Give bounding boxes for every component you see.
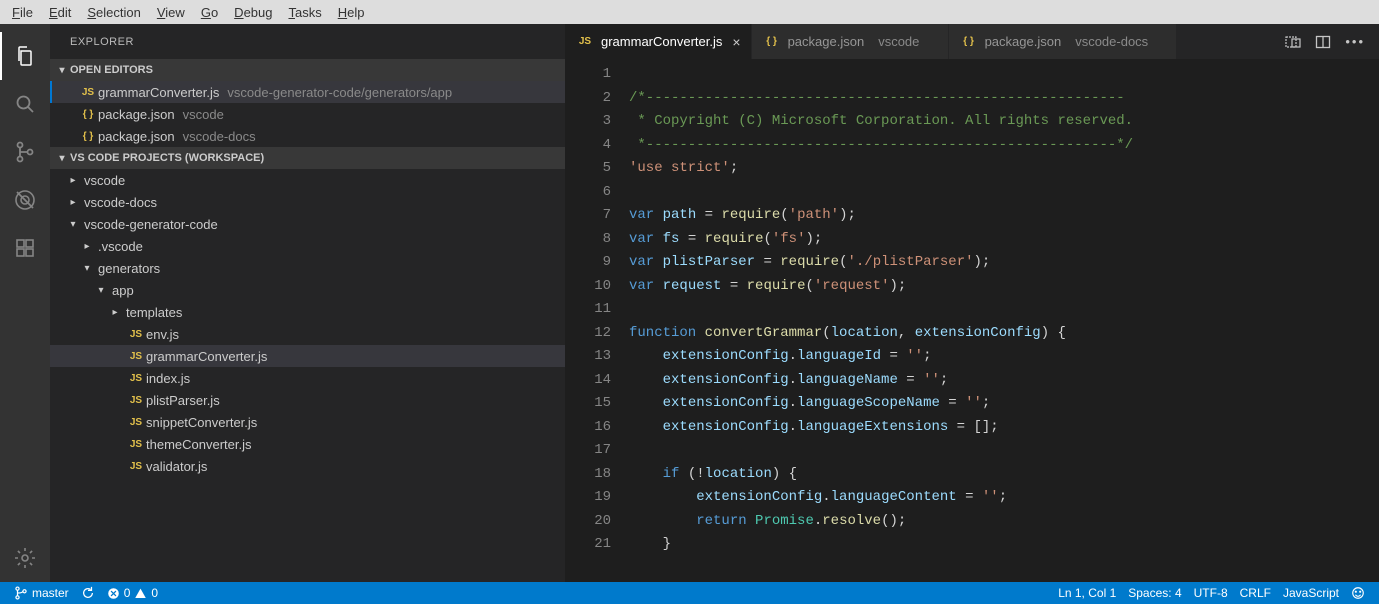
compare-icon[interactable] [1285,34,1301,50]
js-file-icon: JS [575,36,595,47]
explorer-icon[interactable] [0,32,50,80]
js-file-icon: JS [126,373,146,384]
editor-tab[interactable]: { }package.jsonvscode× [752,24,949,59]
main-area: EXPLORER ▾ OPEN EDITORS JSgrammarConvert… [0,24,1379,582]
json-file-icon: { } [78,131,98,142]
status-bar: master 0 0 Ln 1, Col 1 Spaces: 4 UTF-8 C… [0,582,1379,604]
search-icon[interactable] [0,80,50,128]
menu-help[interactable]: Help [330,3,373,22]
menubar: FileEditSelectionViewGoDebugTasksHelp [0,0,1379,24]
line-numbers: 123456789101112131415161718192021 [565,59,629,582]
extensions-icon[interactable] [0,224,50,272]
file-item[interactable]: JSplistParser.js [50,389,565,411]
menu-debug[interactable]: Debug [226,3,280,22]
open-editors-header[interactable]: ▾ OPEN EDITORS [50,59,565,81]
editor-tab[interactable]: { }package.jsonvscode-docs× [949,24,1178,59]
encoding[interactable]: UTF-8 [1188,582,1234,604]
menu-go[interactable]: Go [193,3,226,22]
menu-edit[interactable]: Edit [41,3,79,22]
workspace-label: VS CODE PROJECTS (WORKSPACE) [70,152,264,164]
open-editor-item[interactable]: JSgrammarConverter.jsvscode-generator-co… [50,81,565,103]
error-count: 0 [124,586,131,600]
folder-item[interactable]: ▸.vscode [50,235,565,257]
json-file-icon: { } [959,36,979,47]
branch-name: master [32,586,69,600]
chevron-down-icon: ▾ [54,153,70,164]
menu-file[interactable]: File [4,3,41,22]
chevron-down-icon: ▾ [76,263,98,274]
js-file-icon: JS [126,461,146,472]
tabs-row: JSgrammarConverter.js×{ }package.jsonvsc… [565,24,1379,59]
editor-group: JSgrammarConverter.js×{ }package.jsonvsc… [565,24,1379,582]
settings-gear-icon[interactable] [0,534,50,582]
file-item[interactable]: JSgrammarConverter.js [50,345,565,367]
file-item[interactable]: JSindex.js [50,367,565,389]
open-editor-item[interactable]: { }package.jsonvscode [50,103,565,125]
folder-item[interactable]: ▾app [50,279,565,301]
folder-item[interactable]: ▾vscode-generator-code [50,213,565,235]
chevron-down-icon: ▾ [90,285,112,296]
folder-item[interactable]: ▸vscode [50,169,565,191]
code-editor[interactable]: 123456789101112131415161718192021 /*----… [565,59,1379,582]
json-file-icon: { } [78,109,98,120]
js-file-icon: JS [126,395,146,406]
sidebar-title: EXPLORER [50,24,565,59]
problems[interactable]: 0 0 [101,582,164,604]
language-mode[interactable]: JavaScript [1277,582,1345,604]
js-file-icon: JS [126,329,146,340]
menu-tasks[interactable]: Tasks [280,3,329,22]
feedback-icon[interactable] [1345,582,1371,604]
open-editor-item[interactable]: { }package.jsonvscode-docs [50,125,565,147]
menu-view[interactable]: View [149,3,193,22]
chevron-right-icon: ▸ [62,197,84,208]
more-icon[interactable]: ••• [1345,34,1365,49]
js-file-icon: JS [126,439,146,450]
activity-bar [0,24,50,582]
folder-item[interactable]: ▸templates [50,301,565,323]
tab-actions: ••• [1271,24,1379,59]
folder-item[interactable]: ▾generators [50,257,565,279]
sync-icon[interactable] [75,582,101,604]
menu-selection[interactable]: Selection [79,3,148,22]
open-editors-list: JSgrammarConverter.jsvscode-generator-co… [50,81,565,147]
file-item[interactable]: JSsnippetConverter.js [50,411,565,433]
cursor-position[interactable]: Ln 1, Col 1 [1052,582,1122,604]
file-item[interactable]: JSvalidator.js [50,455,565,477]
editor-tab[interactable]: JSgrammarConverter.js× [565,24,752,59]
file-tree: ▸vscode▸vscode-docs▾vscode-generator-cod… [50,169,565,582]
file-item[interactable]: JSthemeConverter.js [50,433,565,455]
workspace-header[interactable]: ▾ VS CODE PROJECTS (WORKSPACE) [50,147,565,169]
chevron-right-icon: ▸ [62,175,84,186]
chevron-right-icon: ▸ [104,307,126,318]
eol[interactable]: CRLF [1234,582,1277,604]
json-file-icon: { } [762,36,782,47]
js-file-icon: JS [78,87,98,98]
close-icon[interactable]: × [732,34,740,50]
file-item[interactable]: JSenv.js [50,323,565,345]
chevron-down-icon: ▾ [54,65,70,76]
git-branch[interactable]: master [8,582,75,604]
folder-item[interactable]: ▸vscode-docs [50,191,565,213]
code-content: /*--------------------------------------… [629,59,1379,582]
indentation[interactable]: Spaces: 4 [1122,582,1187,604]
js-file-icon: JS [126,417,146,428]
debug-icon[interactable] [0,176,50,224]
warning-count: 0 [151,586,158,600]
source-control-icon[interactable] [0,128,50,176]
open-editors-label: OPEN EDITORS [70,64,153,76]
explorer-sidebar: EXPLORER ▾ OPEN EDITORS JSgrammarConvert… [50,24,565,582]
split-editor-icon[interactable] [1315,34,1331,50]
chevron-down-icon: ▾ [62,219,84,230]
js-file-icon: JS [126,351,146,362]
chevron-right-icon: ▸ [76,241,98,252]
